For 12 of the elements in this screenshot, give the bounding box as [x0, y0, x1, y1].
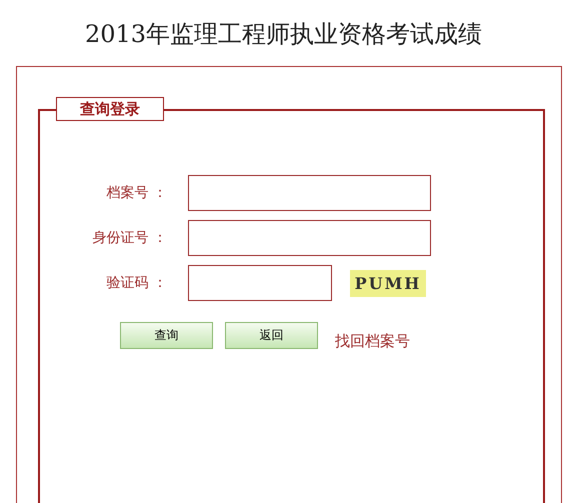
- field-label: 身份证号 ：: [92, 229, 168, 247]
- input-field[interactable]: [188, 175, 431, 211]
- recover-link[interactable]: 找回档案号: [335, 332, 410, 351]
- input-field[interactable]: [188, 220, 431, 256]
- fieldset-legend: 查询登录: [56, 97, 164, 121]
- back-button[interactable]: 返回: [225, 322, 318, 349]
- query-button[interactable]: 查询: [120, 322, 213, 349]
- field-label: 验证码 ：: [106, 274, 168, 292]
- captcha-image: PUMH: [350, 270, 426, 296]
- captcha-field[interactable]: [188, 265, 332, 301]
- field-label: 档案号 ：: [106, 184, 168, 202]
- page-title: 2013年监理工程师执业资格考试成绩: [84, 19, 484, 50]
